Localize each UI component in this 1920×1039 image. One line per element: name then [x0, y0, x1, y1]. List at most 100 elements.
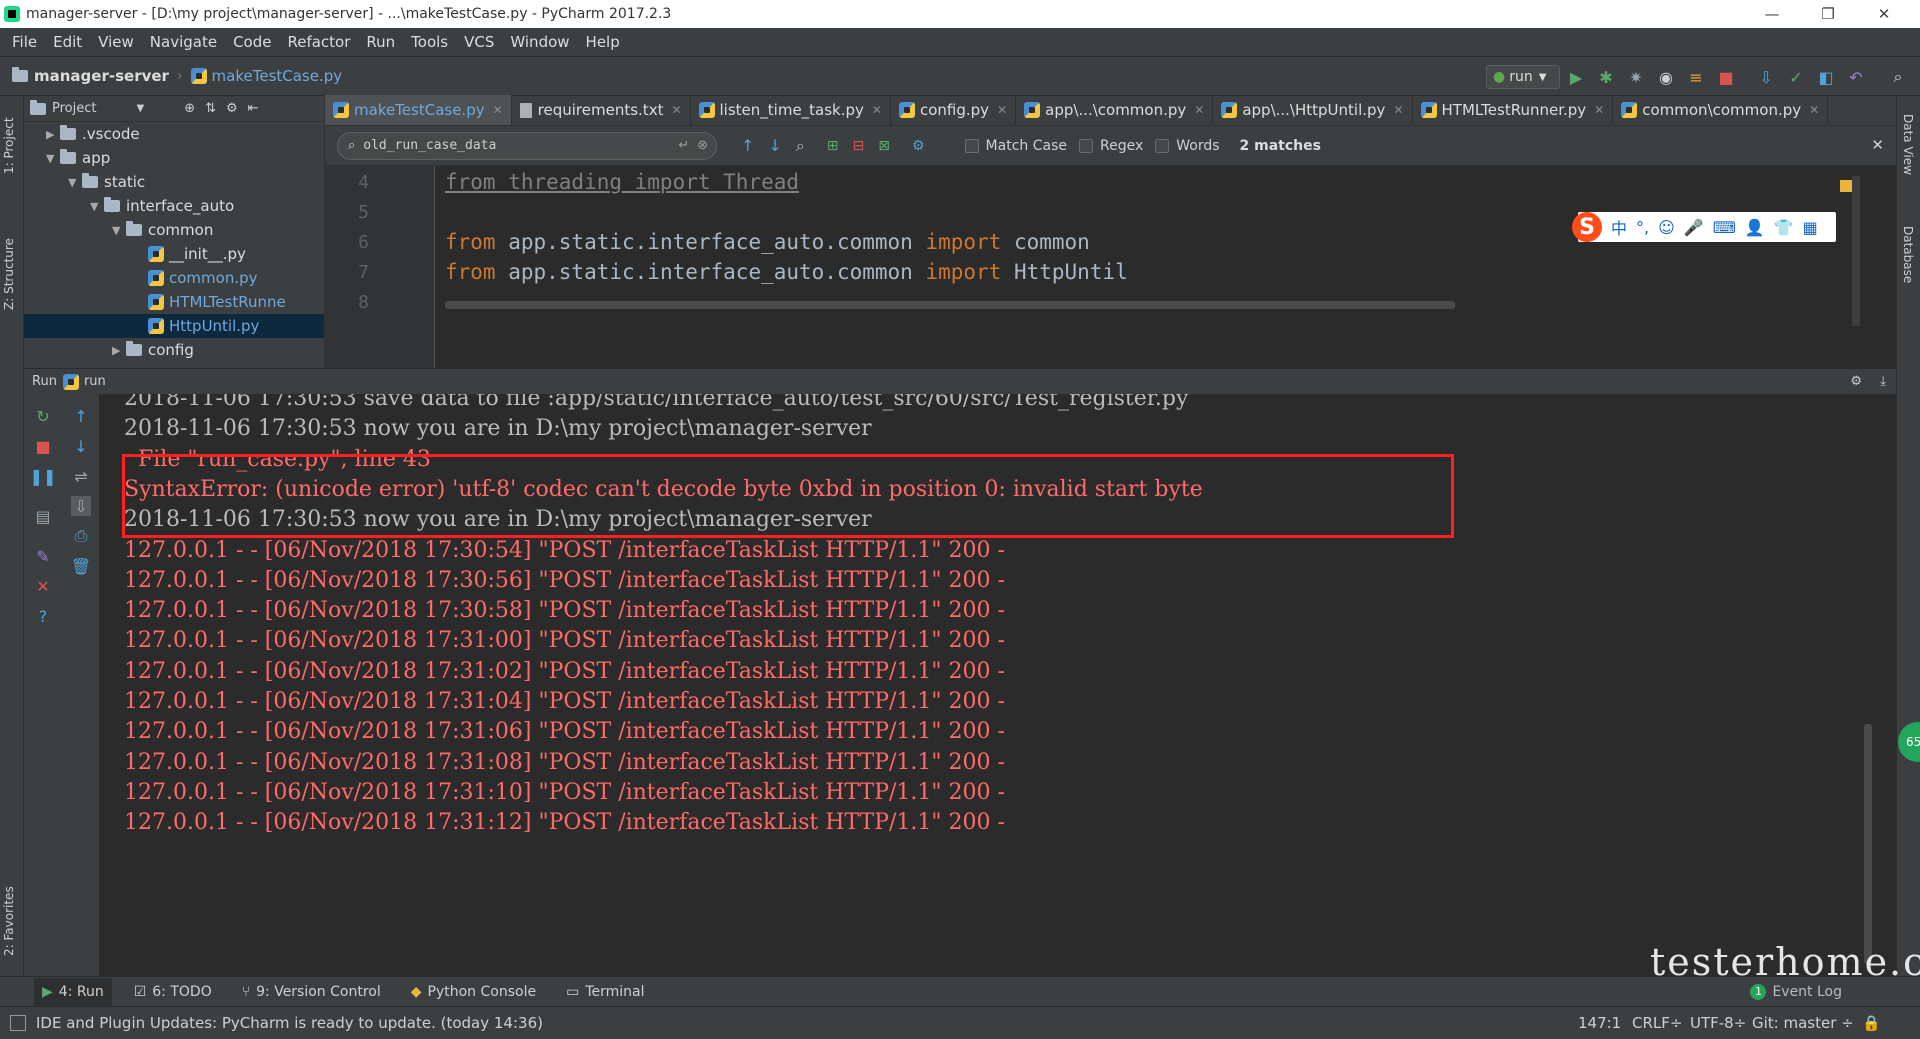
- stop-icon[interactable]: ■: [33, 436, 53, 456]
- vcs-revert-icon[interactable]: ↶: [1846, 67, 1866, 87]
- event-log-tab[interactable]: 1 Event Log: [1750, 983, 1842, 1000]
- run-config-tab[interactable]: run: [84, 374, 106, 389]
- chevron-down-icon[interactable]: ▼: [136, 103, 144, 114]
- trash-icon[interactable]: 🗑: [71, 556, 91, 576]
- select-all-occurrences-icon[interactable]: ⊠: [878, 138, 890, 154]
- pin-icon[interactable]: ✎: [33, 546, 53, 566]
- bottom-tab[interactable]: ◆ Python Console: [403, 978, 544, 1006]
- vcs-update-icon[interactable]: ⇩: [1756, 67, 1776, 87]
- build-icon[interactable]: ≡: [1686, 67, 1706, 87]
- menu-file[interactable]: File: [4, 33, 45, 51]
- ime-keyboard-icon[interactable]: ⌨: [1713, 218, 1736, 237]
- structure-tool-tab[interactable]: Z: Structure: [2, 238, 16, 310]
- close-tab-icon[interactable]: ✕: [872, 103, 882, 117]
- coverage-icon[interactable]: ✷: [1626, 67, 1646, 87]
- scroll-from-source-icon[interactable]: ⊕: [184, 101, 195, 116]
- run-icon[interactable]: ▶: [1566, 67, 1586, 87]
- menu-run[interactable]: Run: [358, 33, 403, 51]
- close-tab-icon[interactable]: ✕: [1393, 103, 1403, 117]
- line-separator[interactable]: CRLF÷: [1632, 1014, 1682, 1032]
- favorites-tool-tab[interactable]: 2: Favorites: [2, 886, 16, 956]
- tree-item[interactable]: ▼ common: [24, 218, 324, 242]
- soft-wrap-icon[interactable]: ⇌: [71, 466, 91, 486]
- menu-refactor[interactable]: Refactor: [279, 33, 358, 51]
- git-branch[interactable]: Git: master ÷: [1752, 1014, 1854, 1032]
- ime-voice-icon[interactable]: 🎤: [1684, 218, 1704, 237]
- debug-icon[interactable]: ✱: [1596, 67, 1616, 87]
- tree-item[interactable]: ▶ config: [24, 338, 324, 362]
- editor-tab[interactable]: listen_time_task.py ✕: [691, 95, 891, 125]
- breadcrumb-project[interactable]: manager-server: [12, 67, 169, 85]
- status-toggle-icon[interactable]: [10, 1015, 26, 1031]
- match-case-checkbox[interactable]: [964, 138, 979, 153]
- editor-tab[interactable]: requirements.txt ✕: [512, 95, 691, 125]
- collapsed-arrow-icon[interactable]: ▶: [46, 128, 60, 141]
- find-all-icon[interactable]: ⌕: [796, 136, 805, 156]
- tree-item[interactable]: ▼ app: [24, 146, 324, 170]
- project-view-dropdown[interactable]: Project: [52, 101, 96, 116]
- tree-item[interactable]: ▶ .vscode: [24, 122, 324, 146]
- console-scrollbar[interactable]: [1864, 724, 1872, 964]
- breadcrumb-file[interactable]: makeTestCase.py: [190, 67, 342, 85]
- pause-icon[interactable]: ❚❚: [30, 466, 57, 486]
- search-input[interactable]: ⌕ old_run_case_data ↵ ⊗: [337, 131, 717, 160]
- previous-match-icon[interactable]: ↑: [741, 136, 754, 155]
- close-icon[interactable]: ✕: [33, 576, 53, 596]
- close-tab-icon[interactable]: ✕: [997, 103, 1007, 117]
- collapsed-arrow-icon[interactable]: ▶: [112, 344, 126, 357]
- bottom-tab[interactable]: ▭ Terminal: [558, 978, 652, 1006]
- bottom-tab[interactable]: ▶ 4: Run: [34, 977, 112, 1006]
- menu-navigate[interactable]: Navigate: [142, 33, 225, 51]
- menu-window[interactable]: Window: [502, 33, 577, 51]
- next-match-icon[interactable]: ↓: [768, 136, 781, 155]
- expanded-arrow-icon[interactable]: ▼: [68, 176, 82, 189]
- console-output[interactable]: 2018-11-06 17:30:53 save data to file :a…: [100, 394, 1896, 976]
- match-case-option[interactable]: Match Case: [964, 138, 1067, 154]
- profile-icon[interactable]: ◉: [1656, 67, 1676, 87]
- menu-tools[interactable]: Tools: [403, 33, 456, 51]
- expanded-arrow-icon[interactable]: ▼: [90, 200, 104, 213]
- hide-panel-icon[interactable]: ⇤: [248, 101, 259, 116]
- database-tool-tab[interactable]: Database: [1901, 226, 1915, 283]
- tree-item[interactable]: __init__.py: [24, 242, 324, 266]
- close-tab-icon[interactable]: ✕: [671, 103, 681, 117]
- caret-position[interactable]: 147:1: [1578, 1014, 1621, 1032]
- error-stripe[interactable]: [1852, 176, 1860, 326]
- ime-toolbox-icon[interactable]: ▦: [1803, 218, 1818, 237]
- expanded-arrow-icon[interactable]: ▼: [46, 152, 60, 165]
- menu-help[interactable]: Help: [578, 33, 628, 51]
- words-checkbox[interactable]: [1155, 138, 1170, 153]
- lock-icon[interactable]: 🔒: [1862, 1014, 1881, 1032]
- arrow-up-icon[interactable]: ↑: [71, 406, 91, 426]
- editor-tab[interactable]: HTMLTestRunner.py ✕: [1413, 95, 1614, 125]
- editor-tab[interactable]: app\...\HttpUntil.py ✕: [1213, 95, 1413, 125]
- close-tab-icon[interactable]: ✕: [1194, 103, 1204, 117]
- tree-item[interactable]: common.py: [24, 266, 324, 290]
- bottom-tab[interactable]: ☑ 6: TODO: [126, 978, 220, 1006]
- close-tab-icon[interactable]: ✕: [493, 103, 503, 117]
- status-message[interactable]: IDE and Plugin Updates: PyCharm is ready…: [36, 1014, 543, 1032]
- close-find-bar-icon[interactable]: ✕: [1871, 136, 1884, 154]
- data-view-tool-tab[interactable]: Data View: [1901, 114, 1915, 175]
- run-config-dropdown[interactable]: ● run ▼: [1486, 65, 1560, 89]
- gear-icon[interactable]: ⚙: [1850, 374, 1862, 389]
- project-tool-tab[interactable]: 1: Project: [2, 117, 16, 174]
- minimize-button[interactable]: —: [1744, 0, 1800, 28]
- tree-item[interactable]: ▼ static: [24, 170, 324, 194]
- close-tab-icon[interactable]: ✕: [1809, 103, 1819, 117]
- clear-search-icon[interactable]: ⊗: [697, 138, 708, 153]
- code-area[interactable]: 4 5 6 7 8 from threading import Thread from a…: [325, 166, 1896, 368]
- menu-view[interactable]: View: [90, 33, 142, 51]
- tree-item[interactable]: ▼ interface_auto: [24, 194, 324, 218]
- bottom-tab[interactable]: ⑂ 9: Version Control: [234, 978, 389, 1006]
- scroll-to-end-icon[interactable]: ⇩: [71, 496, 91, 516]
- file-encoding[interactable]: UTF-8÷: [1690, 1014, 1746, 1032]
- search-everywhere-icon[interactable]: ⌕: [1888, 67, 1908, 87]
- gear-icon[interactable]: ⚙: [226, 101, 238, 116]
- layout-icon[interactable]: ▤: [33, 506, 53, 526]
- ime-emoji-icon[interactable]: ☺: [1658, 218, 1675, 237]
- collapse-all-icon[interactable]: ⇅: [205, 101, 216, 116]
- expanded-arrow-icon[interactable]: ▼: [112, 224, 126, 237]
- vcs-history-icon[interactable]: ◧: [1816, 67, 1836, 87]
- stop-icon[interactable]: ■: [1716, 67, 1736, 87]
